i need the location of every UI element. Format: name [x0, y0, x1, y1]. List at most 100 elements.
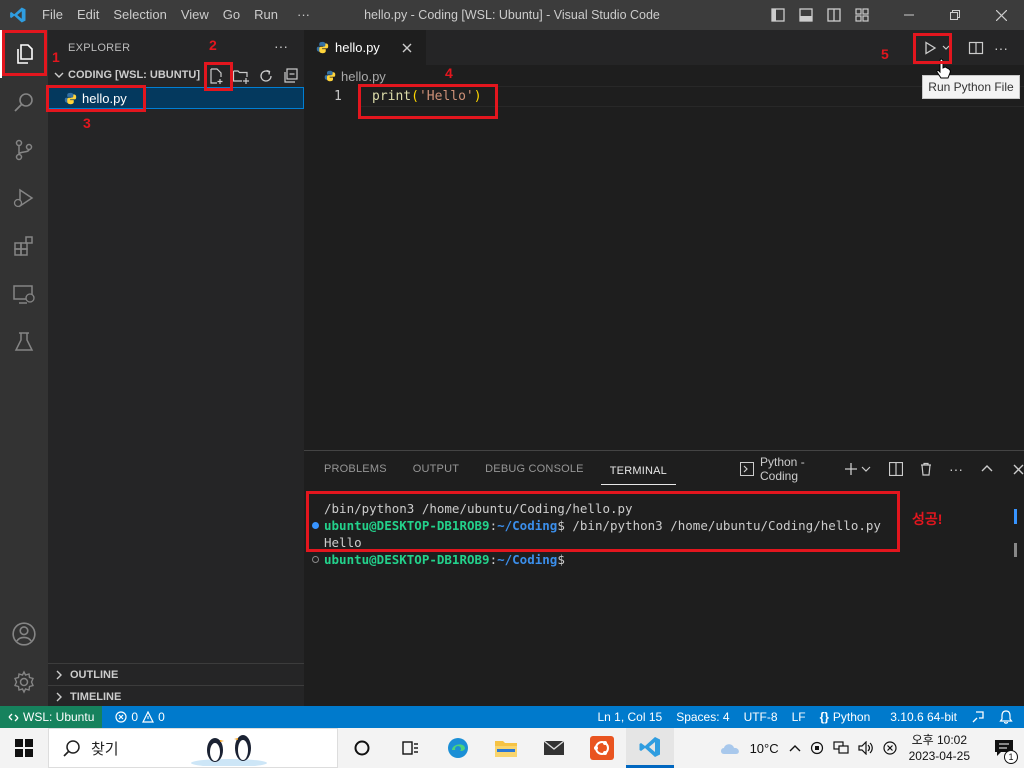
menu-more[interactable]: ···: [285, 0, 317, 30]
run-debug-icon[interactable]: [0, 174, 48, 222]
terminal-name[interactable]: Python - Coding: [760, 455, 832, 483]
tray-muted-x-icon[interactable]: [883, 741, 897, 755]
timeline-section[interactable]: TIMELINE: [48, 685, 304, 707]
folder-name: CODING [WSL: UBUNTU]: [68, 69, 200, 81]
toggle-panel-icon[interactable]: [792, 0, 820, 30]
cursor-position[interactable]: Ln 1, Col 15: [590, 706, 669, 728]
chevron-right-icon: [53, 669, 65, 681]
annotation-success-label: 성공!: [912, 511, 943, 527]
notification-center-icon[interactable]: 1: [984, 728, 1024, 768]
new-terminal-icon[interactable]: [844, 462, 858, 476]
tab-hello-py[interactable]: hello.py: [304, 30, 426, 65]
vscode-taskbar-icon[interactable]: [626, 728, 674, 768]
activity-bar: [0, 30, 48, 706]
terminal-path: ~/Coding: [497, 552, 558, 567]
search-icon: [63, 739, 81, 757]
status-bar: WSL: Ubuntu 0 0 Ln 1, Col 15 Spaces: 4 U…: [0, 706, 1024, 728]
close-tab-icon[interactable]: [402, 43, 412, 53]
weather-temp: 10°C: [749, 740, 779, 756]
toggle-secondary-sidebar-icon[interactable]: [820, 0, 848, 30]
split-editor-icon[interactable]: [968, 40, 984, 56]
command-decoration-empty-dot[interactable]: [312, 556, 319, 563]
clock-date: 2023-04-25: [908, 749, 970, 763]
tab-problems[interactable]: PROBLEMS: [315, 451, 396, 487]
encoding[interactable]: UTF-8: [737, 706, 785, 728]
maximize-panel-chevron-up-icon[interactable]: [981, 463, 993, 475]
customize-layout-icon[interactable]: [848, 0, 876, 30]
annotation-label-4: 4: [445, 65, 453, 81]
volume-icon[interactable]: [858, 741, 874, 755]
source-control-icon[interactable]: [0, 126, 48, 174]
outline-section[interactable]: OUTLINE: [48, 663, 304, 685]
new-folder-icon[interactable]: [232, 67, 250, 85]
toggle-sidebar-icon[interactable]: [764, 0, 792, 30]
split-terminal-icon[interactable]: [889, 462, 903, 476]
menu-edit[interactable]: Edit: [70, 0, 106, 30]
code-editor[interactable]: hello.py 1 print('Hello'): [304, 65, 1024, 450]
edge-browser-icon[interactable]: [434, 728, 482, 768]
breadcrumb[interactable]: hello.py: [324, 68, 386, 84]
notification-count-badge: 1: [1004, 750, 1018, 764]
terminal-dropdown-chevron-icon[interactable]: [861, 464, 871, 474]
collapse-all-icon[interactable]: [282, 67, 300, 85]
kill-terminal-trash-icon[interactable]: [919, 462, 933, 476]
search-icon[interactable]: [0, 78, 48, 126]
tab-debug-console[interactable]: DEBUG CONSOLE: [476, 451, 593, 487]
editor-more-icon[interactable]: ···: [994, 40, 1008, 56]
outline-title: OUTLINE: [70, 668, 119, 681]
clock-time: 오후 10:02: [911, 733, 968, 747]
windows-start-icon[interactable]: [0, 728, 48, 768]
weather-widget[interactable]: 10°C: [718, 740, 779, 756]
menu-view[interactable]: View: [174, 0, 216, 30]
tab-terminal[interactable]: TERMINAL: [600, 458, 676, 485]
annotation-box-file: [46, 85, 146, 112]
clock[interactable]: 오후 10:02 2023-04-25: [909, 732, 970, 764]
widgets-icon[interactable]: [386, 728, 434, 768]
close-panel-icon[interactable]: [1013, 464, 1024, 475]
ubuntu-app-icon[interactable]: [578, 728, 626, 768]
problems-indicator[interactable]: 0 0: [108, 706, 171, 728]
manage-gear-icon[interactable]: [0, 658, 48, 706]
language-label: Python: [832, 710, 871, 724]
taskbar-search-box[interactable]: 찾기: [48, 728, 338, 768]
scrollbar-marker: [1014, 509, 1017, 524]
language-mode[interactable]: {} Python: [813, 706, 878, 728]
search-placeholder: 찾기: [91, 740, 119, 758]
accounts-icon[interactable]: [0, 610, 48, 658]
search-highlight-penguins-image: [189, 730, 269, 766]
restore-icon[interactable]: [932, 0, 978, 30]
python-interpreter[interactable]: 3.10.6 64-bit: [883, 706, 964, 728]
mail-icon[interactable]: [530, 728, 578, 768]
minimize-icon[interactable]: [886, 0, 932, 30]
explorer-more-button[interactable]: ···: [274, 38, 288, 54]
menu-run[interactable]: Run: [247, 0, 285, 30]
panel-more-icon[interactable]: ···: [949, 462, 963, 476]
python-file-icon: [316, 41, 329, 54]
remote-explorer-icon[interactable]: [0, 270, 48, 318]
notifications-bell-icon[interactable]: [992, 706, 1020, 728]
feedback-icon[interactable]: [964, 706, 992, 728]
chevron-right-icon: [53, 691, 65, 703]
refresh-icon[interactable]: [257, 67, 275, 85]
testing-icon[interactable]: [0, 318, 48, 366]
remote-indicator[interactable]: WSL: Ubuntu: [0, 706, 103, 728]
tray-app-icon[interactable]: [810, 741, 824, 755]
tray-chevron-up-icon[interactable]: [789, 743, 801, 753]
timeline-title: TIMELINE: [70, 690, 122, 703]
extensions-icon[interactable]: [0, 222, 48, 270]
end-of-line[interactable]: LF: [785, 706, 813, 728]
menu-go[interactable]: Go: [216, 0, 247, 30]
task-view-icon[interactable]: [338, 728, 386, 768]
indentation[interactable]: Spaces: 4: [669, 706, 736, 728]
tab-output[interactable]: OUTPUT: [404, 451, 468, 487]
menu-selection[interactable]: Selection: [106, 0, 173, 30]
scrollbar-marker: [1014, 543, 1017, 557]
explorer-title: EXPLORER: [68, 42, 131, 54]
close-window-icon[interactable]: [978, 0, 1024, 30]
error-icon: [115, 711, 127, 723]
network-icon[interactable]: [833, 741, 849, 755]
remote-icon: [8, 712, 19, 723]
python-file-icon: [324, 70, 336, 82]
file-explorer-icon[interactable]: [482, 728, 530, 768]
menu-file[interactable]: File: [35, 0, 70, 30]
